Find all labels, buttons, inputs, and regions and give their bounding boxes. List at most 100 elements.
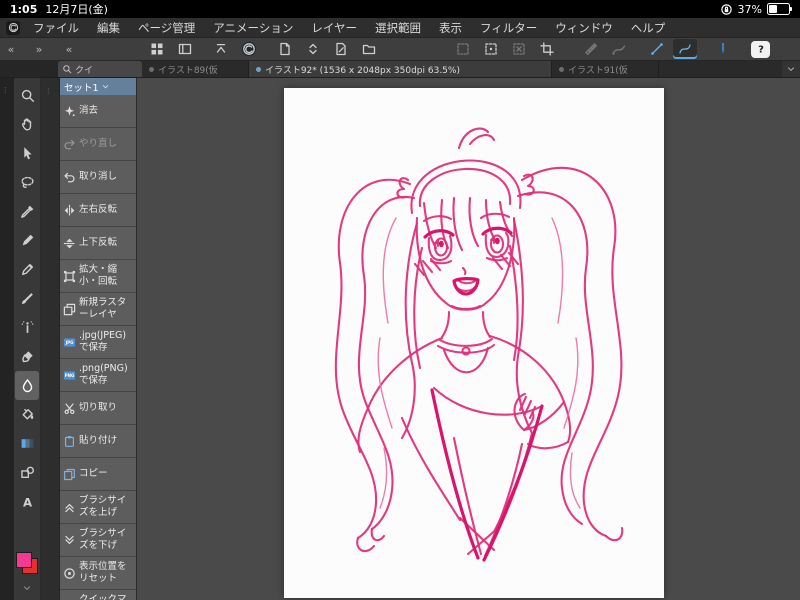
tab-list-dropdown[interactable] [782,61,800,77]
qa-command-label: 切り取り [79,402,118,414]
flipH-icon [64,204,75,216]
palette-dock-strip[interactable] [0,78,14,600]
dots-icon [4,87,6,93]
edit-page-button[interactable] [329,39,353,59]
zoom-icon [21,89,34,102]
airbrush-icon [21,321,33,333]
select-move-button[interactable] [479,39,503,59]
quick-access-set-selector[interactable]: セット1 [60,78,136,95]
svg-text:PNG: PNG [65,373,75,378]
qa-command-save-as-png[interactable]: PNG .png(PNG)で保存 [60,359,136,392]
crop-button[interactable] [535,39,559,59]
pen-pressure-button[interactable] [711,39,735,59]
menu-item-1[interactable]: 編集 [88,20,129,36]
qa-command-cut[interactable]: 切り取り [60,392,136,425]
snap-to-special-ruler-button[interactable] [607,39,631,59]
open-folder-button[interactable] [357,39,381,59]
qa-command-erase[interactable]: 消去 [60,95,136,128]
tool-blend[interactable] [15,371,39,400]
qa-command-scale-rotate[interactable]: 拡大・縮小・回転 [60,260,136,293]
menu-item-6[interactable]: 表示 [430,20,471,36]
tool-object[interactable] [15,139,39,168]
canvas-paper[interactable] [284,88,664,598]
show-palettes-button[interactable] [173,39,197,59]
eraser-icon [21,351,33,363]
menu-item-8[interactable]: ウィンドウ [546,20,622,36]
workspace-switch-button[interactable] [145,39,169,59]
hand-icon [21,118,31,131]
stylus-icon [722,43,724,54]
panel-collapse-controls: « » « [0,43,140,56]
tool-brush[interactable] [15,284,39,313]
qa-command-brush-size-down[interactable]: ブラシサイズを下げ [60,524,136,557]
tool-palette-more-button[interactable] [22,578,32,597]
qa-command-undo[interactable]: 取り消し [60,161,136,194]
tool-gradient[interactable] [15,429,39,458]
tool-pen[interactable] [15,226,39,255]
menu-item-5[interactable]: 選択範囲 [366,20,430,36]
qa-command-quick-mask[interactable]: クイックマスクの実行 [60,590,136,600]
curve-line-button[interactable] [673,39,697,59]
scissors-icon [64,402,75,414]
qa-command-reset-view-position[interactable]: 表示位置をリセット [60,557,136,590]
tool-eyedropper[interactable] [15,197,39,226]
svg-text:JPG: JPG [65,340,75,345]
canvas-viewport[interactable] [137,78,800,600]
search-icon [62,64,72,74]
tool-fill[interactable] [15,400,39,429]
qa-command-flip-horizontal[interactable]: 左右反転 [60,194,136,227]
collapse-quick-access-button[interactable]: « [58,43,80,56]
document-tab-0[interactable]: イラスト89(仮 [142,61,249,77]
menu-item-3[interactable]: アニメーション [204,20,302,36]
marqueeDots-icon [485,43,497,55]
menu-item-9[interactable]: ヘルプ [622,20,675,36]
app-logo-icon[interactable] [6,20,20,35]
menu-item-2[interactable]: ページ管理 [129,20,204,36]
tool-figure[interactable] [15,458,39,487]
qa-command-label: クイックマスクの実行 [79,594,127,600]
help-button[interactable]: ? [751,40,770,58]
straight-line-button[interactable] [645,39,669,59]
foreground-color-swatch[interactable] [16,552,32,568]
undo-icon [64,172,75,182]
snap-to-ruler-button[interactable] [579,39,603,59]
tab-label: イラスト89(仮 [158,65,218,76]
tool-eraser[interactable] [15,342,39,371]
tool-lasso[interactable] [15,168,39,197]
scroll-to-top-button[interactable] [209,39,233,59]
qa-command-flip-vertical[interactable]: 上下反転 [60,227,136,260]
qa-command-redo[interactable]: やり直し [60,128,136,161]
quick-access-panel-tab[interactable]: クイ [58,61,142,77]
tool-pencil[interactable] [15,255,39,284]
qa-command-label: 貼り付け [79,435,118,447]
qa-command-paste[interactable]: 貼り付け [60,425,136,458]
collapse-dock-button[interactable]: « [0,43,22,56]
pen-icon [22,234,33,246]
clip-studio-menu-button[interactable] [237,39,261,59]
document-tab-1[interactable]: イラスト92* (1536 x 2048px 350dpi 63.5%) [249,61,552,77]
deselect-button[interactable] [507,39,531,59]
qa-command-save-as-jpg[interactable]: JPG .jpg(JPEG)で保存 [60,326,136,359]
menu-item-7[interactable]: フィルター [471,20,546,36]
qa-command-copy[interactable]: コピー [60,458,136,491]
qa-command-new-raster-layer[interactable]: 新規ラスターレイヤ [60,293,136,326]
expand-panel-button[interactable]: » [28,43,50,56]
reorder-pages-button[interactable] [301,39,325,59]
tool-hand[interactable] [15,110,39,139]
new-file-button[interactable] [273,39,297,59]
lineTool-icon [651,43,663,55]
tool-airbrush[interactable] [15,313,39,342]
ipad-status-bar: 1:05 12月7日(金) 37% [0,0,800,18]
tool-zoom[interactable] [15,81,39,110]
collapsed-subtool-strip[interactable] [41,78,60,600]
menu-item-4[interactable]: レイヤー [302,20,366,36]
document-tab-2[interactable]: イラスト91(仮 [552,61,659,77]
qa-command-brush-size-up[interactable]: ブラシサイズを上げ [60,491,136,524]
zoom-icon [63,65,72,74]
select-area-button[interactable] [451,39,475,59]
quick-access-tab-label: クイ [75,65,94,76]
menu-item-0[interactable]: ファイル [24,20,88,36]
color-swatches[interactable] [16,552,38,574]
tool-text[interactable]: A [15,487,39,516]
toolbar-buttons: ? [140,38,770,60]
